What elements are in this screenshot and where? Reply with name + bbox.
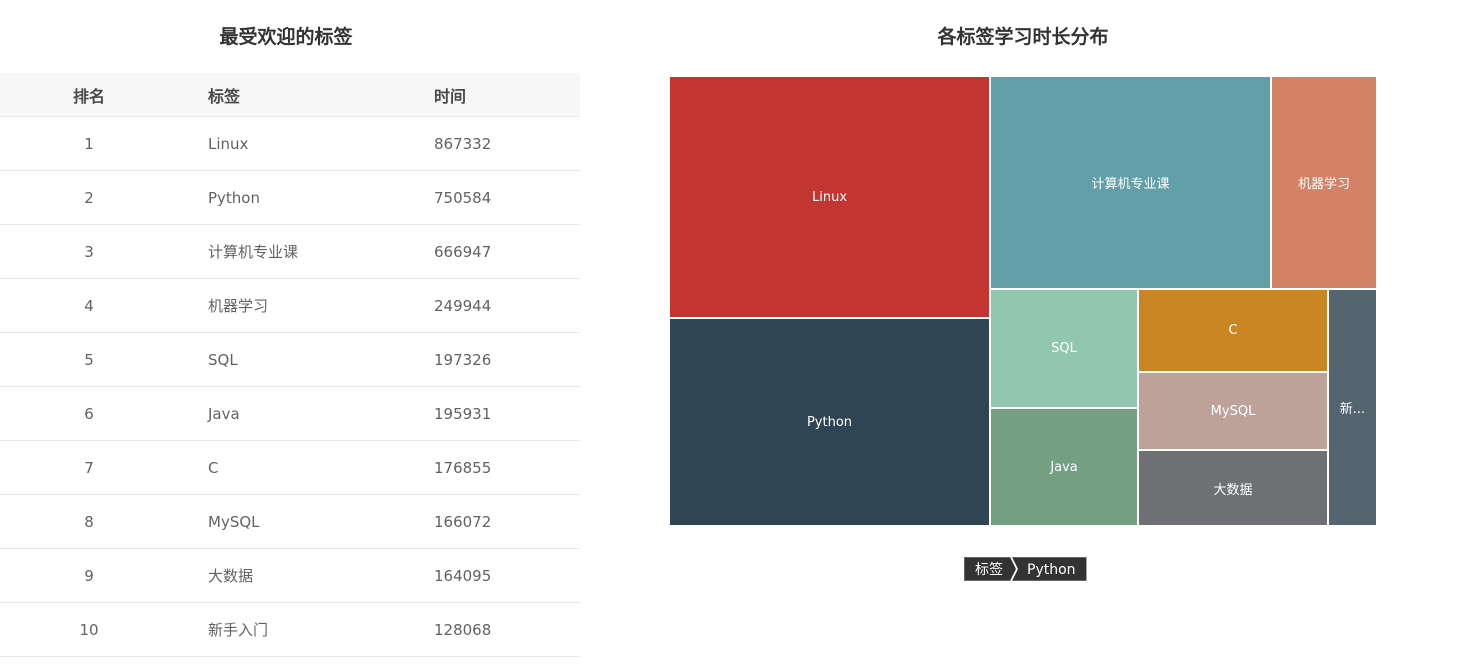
treemap-title: 各标签学习时长分布 bbox=[937, 26, 1109, 48]
treemap-tile-c[interactable]: C bbox=[1138, 289, 1328, 372]
treemap-tile-computer-courses[interactable]: 计算机专业课 bbox=[990, 76, 1271, 289]
cell-tag: SQL bbox=[178, 332, 404, 387]
table-header-row: 排名 标签 时间 bbox=[0, 73, 580, 117]
table-row[interactable]: 5 SQL 197326 bbox=[0, 332, 580, 387]
cell-tag: Linux bbox=[178, 116, 404, 171]
cell-tag: 新手入门 bbox=[178, 602, 404, 657]
cell-time: 176855 bbox=[404, 440, 580, 495]
treemap-tile-big-data[interactable]: 大数据 bbox=[1138, 450, 1328, 526]
cell-time: 867332 bbox=[404, 116, 580, 171]
table-row[interactable]: 3 计算机专业课 666947 bbox=[0, 224, 580, 279]
treemap-chart: Linux Python 计算机专业课 机器学习 SQL Java C MySQ… bbox=[669, 76, 1377, 526]
treemap-tile-java[interactable]: Java bbox=[990, 408, 1138, 526]
treemap-tile-beginner[interactable]: 新... bbox=[1328, 289, 1377, 526]
cell-tag: 计算机专业课 bbox=[178, 224, 404, 279]
table-row[interactable]: 1 Linux 867332 bbox=[0, 116, 580, 171]
cell-time: 197326 bbox=[404, 332, 580, 387]
cell-tag: C bbox=[178, 440, 404, 495]
cell-time: 750584 bbox=[404, 170, 580, 225]
cell-rank: 6 bbox=[0, 386, 178, 441]
cell-time: 128068 bbox=[404, 602, 580, 657]
cell-time: 166072 bbox=[404, 494, 580, 549]
table-row[interactable]: 9 大数据 164095 bbox=[0, 548, 580, 603]
table-title: 最受欢迎的标签 bbox=[219, 26, 353, 48]
treemap-tile-sql[interactable]: SQL bbox=[990, 289, 1138, 408]
cell-rank: 10 bbox=[0, 602, 178, 657]
treemap-tile-python[interactable]: Python bbox=[669, 318, 990, 526]
table-row[interactable]: 8 MySQL 166072 bbox=[0, 494, 580, 549]
treemap-tile-linux[interactable]: Linux bbox=[669, 76, 990, 318]
cell-rank: 9 bbox=[0, 548, 178, 603]
cell-tag: Python bbox=[178, 170, 404, 225]
table-row[interactable]: 6 Java 195931 bbox=[0, 386, 580, 441]
breadcrumb-item-root[interactable]: 标签 bbox=[964, 557, 1016, 581]
cell-tag: Java bbox=[178, 386, 404, 441]
cell-time: 249944 bbox=[404, 278, 580, 333]
header-time[interactable]: 时间 bbox=[404, 73, 580, 117]
cell-tag: MySQL bbox=[178, 494, 404, 549]
treemap-tile-mysql[interactable]: MySQL bbox=[1138, 372, 1328, 450]
cell-rank: 5 bbox=[0, 332, 178, 387]
cell-time: 164095 bbox=[404, 548, 580, 603]
cell-rank: 7 bbox=[0, 440, 178, 495]
cell-rank: 3 bbox=[0, 224, 178, 279]
cell-rank: 1 bbox=[0, 116, 178, 171]
cell-tag: 机器学习 bbox=[178, 278, 404, 333]
table-row[interactable]: 2 Python 750584 bbox=[0, 170, 580, 225]
header-tag[interactable]: 标签 bbox=[178, 73, 404, 117]
cell-rank: 4 bbox=[0, 278, 178, 333]
breadcrumb-item-current[interactable]: Python bbox=[1012, 557, 1087, 581]
header-rank[interactable]: 排名 bbox=[0, 73, 178, 117]
table-row[interactable]: 10 新手入门 128068 bbox=[0, 602, 580, 657]
cell-time: 666947 bbox=[404, 224, 580, 279]
treemap-tile-machine-learning[interactable]: 机器学习 bbox=[1271, 76, 1377, 289]
cell-time: 195931 bbox=[404, 386, 580, 441]
cell-rank: 8 bbox=[0, 494, 178, 549]
popular-tags-table: 排名 标签 时间 1 Linux 867332 2 Python 750584 … bbox=[0, 73, 580, 657]
table-row[interactable]: 4 机器学习 249944 bbox=[0, 278, 580, 333]
cell-tag: 大数据 bbox=[178, 548, 404, 603]
cell-rank: 2 bbox=[0, 170, 178, 225]
treemap-breadcrumb: 标签 Python bbox=[964, 557, 1087, 581]
table-row[interactable]: 7 C 176855 bbox=[0, 440, 580, 495]
